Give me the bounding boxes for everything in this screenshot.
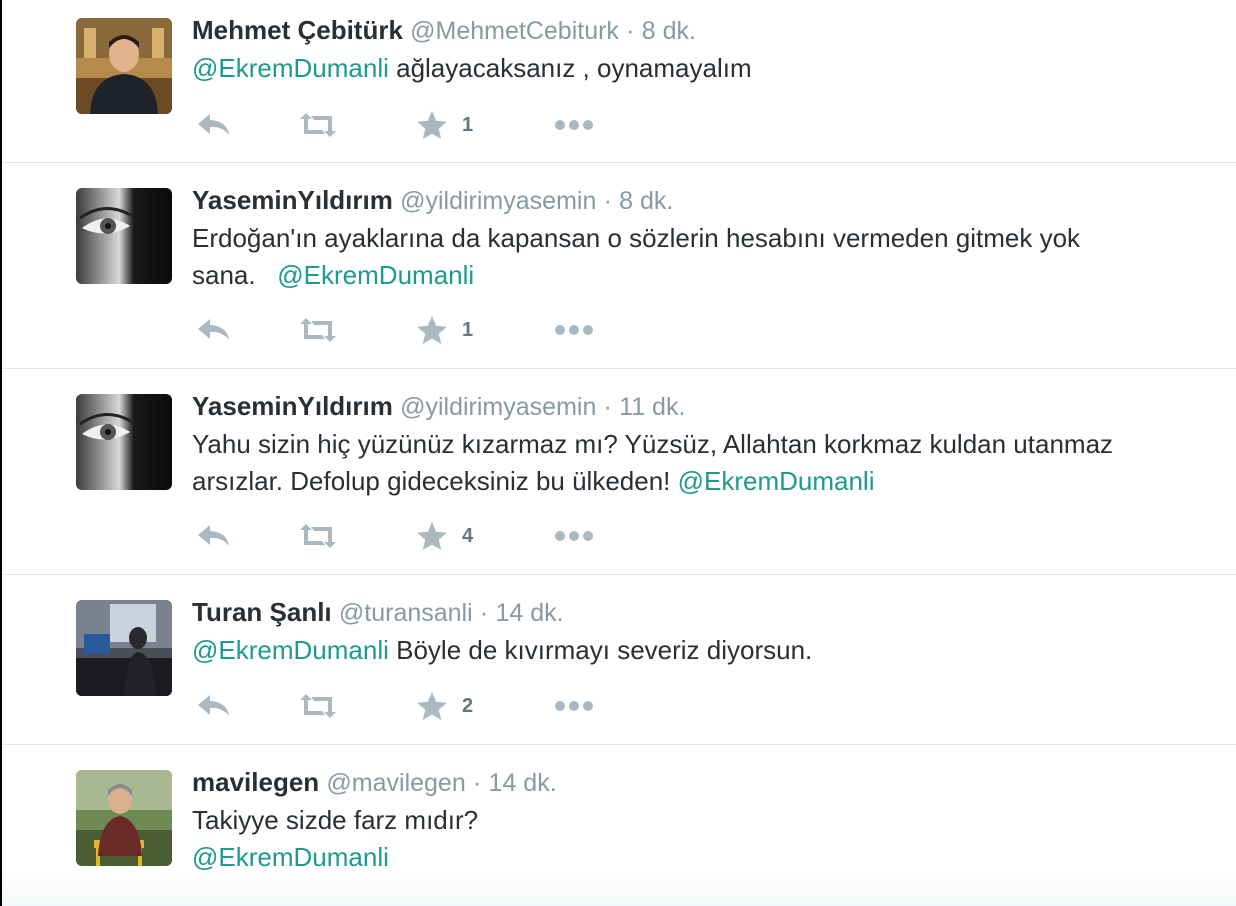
avatar[interactable] bbox=[76, 18, 172, 114]
more-icon bbox=[555, 701, 593, 711]
favorite-button[interactable]: 1 bbox=[416, 110, 473, 140]
display-name[interactable]: Mehmet Çebitürk bbox=[192, 15, 403, 45]
favorite-count: 2 bbox=[462, 694, 474, 717]
reply-icon bbox=[198, 525, 229, 546]
tweet-text-line: arsızlar. Defolup gideceksiniz bu ülkede… bbox=[192, 466, 678, 496]
more-button[interactable] bbox=[554, 110, 594, 140]
user-handle[interactable]: @mavilegen bbox=[326, 769, 465, 797]
more-icon bbox=[555, 325, 593, 335]
tweet-header: YaseminYıldırım @yildirimyasemin · 11 dk… bbox=[192, 388, 685, 425]
mention-link[interactable]: @EkremDumanli bbox=[277, 260, 474, 290]
eye-photo-icon bbox=[76, 394, 172, 490]
user-photo-icon bbox=[76, 18, 172, 114]
scroll-fade bbox=[2, 872, 1236, 906]
reply-icon bbox=[198, 319, 229, 340]
user-handle[interactable]: @yildirimyasemin bbox=[400, 187, 596, 215]
user-handle[interactable]: @turansanli bbox=[339, 599, 473, 627]
display-name[interactable]: Turan Şanlı bbox=[192, 597, 332, 627]
mention-link[interactable]: @EkremDumanli bbox=[192, 842, 389, 872]
mention-link[interactable]: @EkremDumanli bbox=[192, 53, 389, 83]
tweet-item[interactable]: Mehmet Çebitürk @MehmetCebiturk · 8 dk. … bbox=[2, 0, 1236, 163]
tweet-text-line: ağlayacaksanız , oynamayalım bbox=[388, 53, 752, 83]
reply-icon bbox=[198, 695, 229, 716]
avatar[interactable] bbox=[76, 188, 172, 284]
more-icon bbox=[555, 531, 593, 541]
timestamp[interactable]: 14 dk. bbox=[495, 599, 563, 627]
separator-dot: · bbox=[603, 393, 612, 421]
retweet-icon bbox=[300, 318, 336, 342]
tweet-text: Yahu sizin hiç yüzünüz kızarmaz mı? Yüzs… bbox=[192, 426, 1212, 500]
user-handle[interactable]: @yildirimyasemin bbox=[400, 393, 596, 421]
tweet-item[interactable]: Turan Şanlı @turansanli · 14 dk. @EkremD… bbox=[2, 575, 1236, 745]
favorite-button[interactable]: 1 bbox=[416, 315, 473, 345]
retweet-button[interactable] bbox=[298, 521, 338, 551]
tweet-text-line: sana. bbox=[192, 260, 278, 290]
more-icon bbox=[555, 120, 593, 130]
office-photo-icon bbox=[76, 600, 172, 696]
tweet-item[interactable]: YaseminYıldırım @yildirimyasemin · 8 dk.… bbox=[2, 163, 1236, 369]
eye-photo-icon bbox=[76, 188, 172, 284]
favorite-count: 1 bbox=[462, 113, 474, 136]
favorite-button[interactable]: 2 bbox=[416, 691, 473, 721]
star-icon bbox=[417, 111, 447, 139]
mention-link[interactable]: @EkremDumanli bbox=[192, 635, 389, 665]
retweet-button[interactable] bbox=[298, 110, 338, 140]
tweet-text: @EkremDumanli Böyle de kıvırmayı severiz… bbox=[192, 632, 1212, 669]
tweet-text: Erdoğan'ın ayaklarına da kapansan o sözl… bbox=[192, 220, 1212, 294]
avatar[interactable] bbox=[76, 394, 172, 490]
timestamp[interactable]: 8 dk. bbox=[619, 187, 673, 215]
retweet-icon bbox=[300, 113, 336, 137]
timestamp[interactable]: 11 dk. bbox=[619, 393, 685, 421]
tweet-text: Takiyye sizde farz mıdır? @EkremDumanli bbox=[192, 802, 1212, 876]
tweet-item[interactable]: YaseminYıldırım @yildirimyasemin · 11 dk… bbox=[2, 369, 1236, 575]
separator-dot: · bbox=[472, 769, 482, 797]
favorite-count: 4 bbox=[462, 524, 474, 547]
avatar[interactable] bbox=[76, 600, 172, 696]
avatar[interactable] bbox=[76, 770, 172, 866]
timestamp[interactable]: 14 dk. bbox=[489, 769, 557, 797]
reply-button[interactable] bbox=[196, 691, 232, 721]
tweet-header: Turan Şanlı @turansanli · 14 dk. bbox=[192, 594, 564, 631]
display-name[interactable]: YaseminYıldırım bbox=[192, 391, 393, 421]
star-icon bbox=[417, 692, 447, 720]
reply-icon bbox=[198, 114, 229, 135]
more-button[interactable] bbox=[554, 315, 594, 345]
tweet-text-line: Yahu sizin hiç yüzünüz kızarmaz mı? Yüzs… bbox=[192, 429, 1114, 459]
display-name[interactable]: mavilegen bbox=[192, 767, 319, 797]
tweet-text-line: Böyle de kıvırmayı severiz diyorsun. bbox=[388, 635, 813, 665]
user-photo-icon bbox=[76, 770, 172, 866]
retweet-icon bbox=[300, 524, 336, 548]
separator-dot: · bbox=[626, 17, 635, 45]
timestamp[interactable]: 8 dk. bbox=[642, 17, 696, 45]
more-button[interactable] bbox=[554, 521, 594, 551]
star-icon bbox=[417, 522, 447, 550]
separator-dot: · bbox=[603, 187, 612, 215]
reply-button[interactable] bbox=[196, 315, 232, 345]
tweet-text-line: Erdoğan'ın ayaklarına da kapansan o sözl… bbox=[192, 223, 1081, 253]
more-button[interactable] bbox=[554, 691, 594, 721]
tweet-header: Mehmet Çebitürk @MehmetCebiturk · 8 dk. bbox=[192, 12, 696, 49]
tweet-header: YaseminYıldırım @yildirimyasemin · 8 dk. bbox=[192, 182, 673, 219]
retweet-button[interactable] bbox=[298, 315, 338, 345]
favorite-button[interactable]: 4 bbox=[416, 521, 473, 551]
reply-button[interactable] bbox=[196, 521, 232, 551]
favorite-count: 1 bbox=[462, 318, 474, 341]
reply-button[interactable] bbox=[196, 110, 232, 140]
retweet-button[interactable] bbox=[298, 691, 338, 721]
star-icon bbox=[417, 316, 447, 344]
mention-link[interactable]: @EkremDumanli bbox=[678, 466, 875, 496]
retweet-icon bbox=[300, 694, 336, 718]
user-handle[interactable]: @MehmetCebiturk bbox=[410, 17, 619, 45]
tweet-text-line: Takiyye sizde farz mıdır? bbox=[192, 805, 479, 835]
display-name[interactable]: YaseminYıldırım bbox=[192, 185, 393, 215]
tweet-text: @EkremDumanli ağlayacaksanız , oynamayal… bbox=[192, 50, 1212, 87]
separator-dot: · bbox=[479, 599, 489, 627]
tweet-header: mavilegen @mavilegen · 14 dk. bbox=[192, 764, 557, 801]
